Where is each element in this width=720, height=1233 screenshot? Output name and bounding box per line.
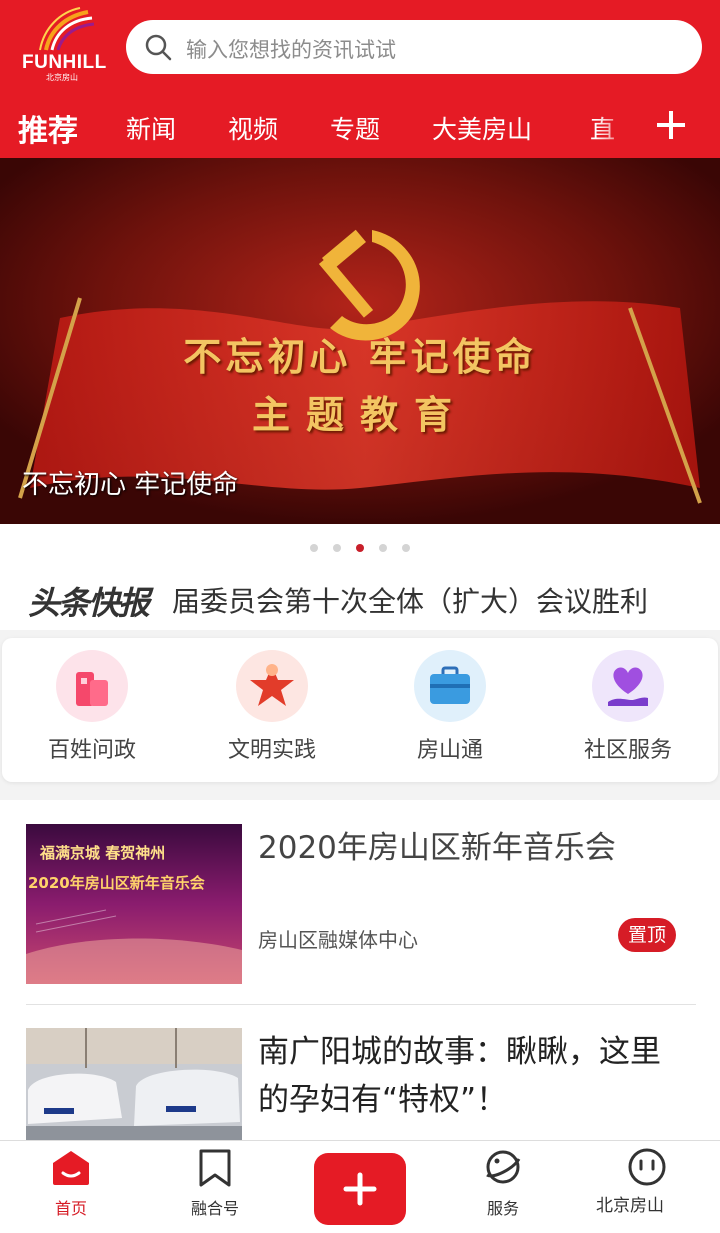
app-header: FUNHILL 北京房山 输入您想找的资讯试试 推荐 新闻 视频 专题 大美房山…	[0, 0, 720, 158]
thumb-text: 2020年房山区新年音乐会	[28, 874, 205, 892]
nav-services[interactable]: 服务	[458, 1141, 548, 1233]
tab-beautiful-fangshan[interactable]: 大美房山	[432, 110, 532, 146]
nav-profile[interactable]	[602, 1141, 692, 1233]
tab-topics[interactable]: 专题	[330, 110, 380, 146]
ticker-text[interactable]: 届委员会第十次全体（扩大）会议胜利	[172, 580, 648, 620]
search-icon	[145, 34, 172, 61]
banner-carousel[interactable]: 不忘初心 牢记使命 主题教育 不忘初心 牢记使命	[0, 158, 720, 524]
banner-caption: 不忘初心 牢记使命	[22, 470, 239, 500]
carousel-indicator	[0, 524, 720, 572]
service-label: 百姓问政	[47, 738, 136, 763]
home-icon	[53, 1151, 89, 1185]
plus-icon	[343, 1172, 377, 1206]
nav-label: 首页	[54, 1199, 87, 1218]
nav-label: 融合号	[190, 1199, 239, 1218]
search-input[interactable]: 输入您想找的资讯试试	[126, 20, 702, 74]
logo-subtext: 北京房山	[46, 73, 78, 82]
headline-ticker[interactable]: 头条快报 届委员会第十次全体（扩大）会议胜利	[0, 572, 720, 630]
wechat-watermark: 北京房山	[596, 1196, 664, 1216]
news-source: 房山区融媒体中心	[258, 928, 418, 952]
thumb-text: 福满京城 春贺神州	[40, 844, 166, 862]
divider	[26, 1004, 696, 1005]
news-item[interactable]: 福满京城 春贺神州 2020年房山区新年音乐会 2020年房山区新年音乐会 房山…	[0, 822, 720, 1002]
service-community[interactable]: 社区服务	[538, 638, 718, 782]
briefcase-icon	[414, 650, 486, 722]
heart-hand-icon	[592, 650, 664, 722]
tab-fade	[596, 96, 636, 158]
ticker-logo: 头条快报	[28, 584, 150, 622]
tab-recommend[interactable]: 推荐	[18, 106, 78, 150]
pinned-badge: 置顶	[618, 918, 676, 952]
nav-media-accounts[interactable]: 融合号	[170, 1141, 260, 1233]
search-placeholder: 输入您想找的资讯试试	[186, 38, 396, 62]
logo-swirl-icon	[39, 7, 95, 51]
carousel-dot-active[interactable]	[356, 544, 364, 552]
tab-video[interactable]: 视频	[228, 110, 278, 146]
banner-subtitle: 主题教育	[251, 392, 468, 437]
nav-label: 服务	[486, 1199, 519, 1218]
smiley-icon	[628, 1148, 666, 1186]
carousel-dot[interactable]	[310, 544, 318, 552]
star-icon	[236, 650, 308, 722]
carousel-dot[interactable]	[379, 544, 387, 552]
category-tabs: 推荐 新闻 视频 专题 大美房山 直	[0, 96, 720, 158]
news-title[interactable]: 2020年房山区新年音乐会	[258, 824, 688, 872]
banner-slogan: 不忘初心 牢记使命	[183, 334, 537, 379]
planet-icon	[486, 1150, 521, 1184]
service-fangshan-pass[interactable]: 房山通	[360, 638, 540, 782]
news-item[interactable]: 南广阳城的故事：瞅瞅，这里的孕妇有“特权”！	[0, 1028, 720, 1140]
news-list: 福满京城 春贺神州 2020年房山区新年音乐会 2020年房山区新年音乐会 房山…	[0, 800, 720, 1140]
service-civilization-practice[interactable]: 文明实践	[182, 638, 362, 782]
bottom-navigation: 首页 融合号 服务 北京房山	[0, 1140, 720, 1233]
news-title[interactable]: 南广阳城的故事：瞅瞅，这里的孕妇有“特权”！	[258, 1028, 688, 1124]
service-label: 社区服务	[583, 738, 672, 763]
app-logo[interactable]: FUNHILL 北京房山	[16, 6, 112, 82]
news-thumbnail[interactable]	[26, 1028, 242, 1140]
service-label: 房山通	[416, 738, 483, 763]
service-grid: 百姓问政 文明实践 房山通 社区服务	[2, 638, 718, 782]
carousel-dot[interactable]	[333, 544, 341, 552]
add-channel-plus-icon[interactable]	[654, 108, 688, 142]
news-thumbnail[interactable]: 福满京城 春贺神州 2020年房山区新年音乐会	[26, 824, 242, 984]
building-icon	[56, 650, 128, 722]
nav-home[interactable]: 首页	[26, 1141, 116, 1233]
service-label: 文明实践	[227, 738, 316, 763]
bookmark-icon	[199, 1149, 231, 1187]
service-citizen-inquiry[interactable]: 百姓问政	[2, 638, 182, 782]
create-post-button[interactable]	[314, 1153, 406, 1225]
tab-news[interactable]: 新闻	[126, 110, 176, 146]
carousel-dot[interactable]	[402, 544, 410, 552]
logo-text: FUNHILL	[22, 52, 107, 73]
